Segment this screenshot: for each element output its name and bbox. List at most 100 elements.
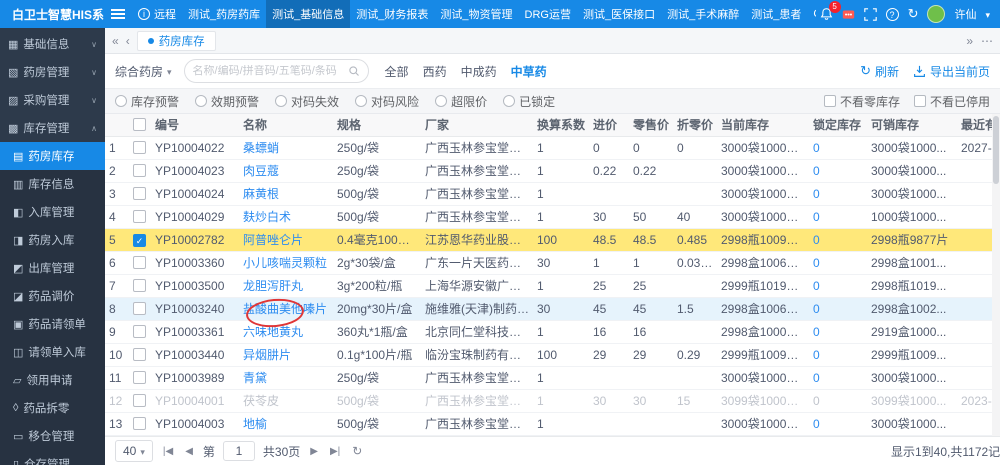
drug-name-link[interactable]: 阿普唑仑片 <box>239 229 333 251</box>
page-number-input[interactable] <box>223 441 255 461</box>
drug-name-link[interactable]: 肉豆蔻 <box>239 160 333 182</box>
row-checkbox[interactable] <box>133 141 146 154</box>
drug-name-link[interactable]: 六味地黄丸 <box>239 321 333 343</box>
scroll-tabs-prev-icon[interactable] <box>126 35 130 47</box>
filter-radio[interactable]: 超限价 <box>435 93 487 110</box>
category-tab[interactable]: 全部 <box>385 63 409 80</box>
header-sellable-stock[interactable]: 可销库存 <box>867 114 957 136</box>
row-checkbox[interactable] <box>133 210 146 223</box>
category-tab[interactable]: 中草药 <box>511 63 547 80</box>
table-row[interactable]: 12 YP10004001 茯苓皮 500g/袋 广西玉林参宝堂中药饮片有...… <box>105 390 1000 413</box>
locked-stock-link[interactable]: 0 <box>809 367 867 389</box>
search-input[interactable] <box>193 65 342 77</box>
checkbox-icon[interactable] <box>914 95 926 107</box>
sidebar-item[interactable]: ▧ 药房管理 ∨ <box>0 58 105 86</box>
header-split-price[interactable]: 折零价 <box>673 114 717 136</box>
drug-name-link[interactable]: 麻黄根 <box>239 183 333 205</box>
table-row[interactable]: 8 YP10003240 盐酸曲美他嗪片 20mg*30片/盒 施维雅(天津)制… <box>105 298 1000 321</box>
menu-toggle-icon[interactable] <box>104 0 132 28</box>
sidebar-item[interactable]: ▩ 库存管理 ∧ <box>0 114 105 142</box>
locked-stock-link[interactable]: 0 <box>809 229 867 251</box>
sidebar-item[interactable]: ◊ 药品拆零 <box>0 394 105 422</box>
header-purchase-price[interactable]: 进价 <box>589 114 629 136</box>
top-nav-item[interactable]: GSP <box>807 0 815 28</box>
refresh-button[interactable]: 刷新 <box>860 63 899 80</box>
top-nav-item[interactable]: 测试_手术麻醉 <box>661 0 745 28</box>
filter-checkbox[interactable]: 不看已停用 <box>914 93 990 110</box>
refresh-top-button[interactable] <box>908 6 919 22</box>
table-row[interactable]: 5 YP10002782 阿普唑仑片 0.4毫克100片/瓶 江苏恩华药业股份有… <box>105 229 1000 252</box>
radio-circle-icon[interactable] <box>195 95 207 107</box>
last-page-button[interactable] <box>328 446 342 457</box>
locked-stock-link[interactable]: 0 <box>809 160 867 182</box>
row-checkbox[interactable] <box>133 371 146 384</box>
reload-page-button[interactable] <box>350 444 364 458</box>
category-tab[interactable]: 中成药 <box>461 63 497 80</box>
table-row[interactable]: 6 YP10003360 小儿咳喘灵颗粒 2g*30袋/盒 广东一片天医药集团制… <box>105 252 1000 275</box>
first-page-button[interactable] <box>161 446 175 457</box>
avatar[interactable] <box>927 5 945 23</box>
search-box[interactable] <box>184 59 369 83</box>
checkbox-icon[interactable] <box>824 95 836 107</box>
row-checkbox[interactable] <box>133 187 146 200</box>
table-row[interactable]: 11 YP10003989 青黛 250g/袋 广西玉林参宝堂中药饮片有... … <box>105 367 1000 390</box>
table-row[interactable]: 4 YP10004029 麸炒白术 500g/袋 广西玉林参宝堂中药饮片有...… <box>105 206 1000 229</box>
bell-button[interactable]: 5 <box>820 7 833 21</box>
sidebar-item[interactable]: ◩ 出库管理 <box>0 254 105 282</box>
drug-name-link[interactable]: 小儿咳喘灵颗粒 <box>239 252 333 274</box>
sidebar-item[interactable]: ◪ 药品调价 <box>0 282 105 310</box>
table-scrollbar[interactable] <box>992 114 1000 436</box>
header-locked-stock[interactable]: 锁定库存 <box>809 114 867 136</box>
header-code[interactable]: 编号 <box>151 114 239 136</box>
tab-pharmacy-stock[interactable]: 药房库存 <box>137 31 216 51</box>
top-nav-item[interactable]: 测试_基础信息 <box>266 0 350 28</box>
scroll-tabs-left-icon[interactable] <box>112 35 119 47</box>
locked-stock-link[interactable]: 0 <box>809 321 867 343</box>
drug-name-link[interactable]: 桑螵蛸 <box>239 137 333 159</box>
top-nav-item[interactable]: 测试_财务报表 <box>350 0 434 28</box>
locked-stock-link[interactable]: 0 <box>809 390 867 412</box>
row-checkbox[interactable] <box>133 279 146 292</box>
row-checkbox[interactable] <box>133 302 146 315</box>
radio-circle-icon[interactable] <box>355 95 367 107</box>
drug-name-link[interactable]: 地榆 <box>239 413 333 435</box>
locked-stock-link[interactable]: 0 <box>809 206 867 228</box>
row-checkbox[interactable] <box>133 394 146 407</box>
drug-name-link[interactable]: 茯苓皮 <box>239 390 333 412</box>
sidebar-item[interactable]: ▤ 药房库存 <box>0 142 105 170</box>
row-checkbox[interactable] <box>133 417 146 430</box>
drug-name-link[interactable]: 青黛 <box>239 367 333 389</box>
top-nav-item[interactable]: 测试_物资管理 <box>434 0 518 28</box>
row-checkbox[interactable] <box>133 256 146 269</box>
radio-circle-icon[interactable] <box>115 95 127 107</box>
top-nav-item[interactable]: 测试_患者 <box>745 0 807 28</box>
category-tab[interactable]: 西药 <box>423 63 447 80</box>
sidebar-item[interactable]: ▦ 基础信息 ∨ <box>0 30 105 58</box>
prev-page-button[interactable] <box>183 446 195 457</box>
page-size-select[interactable]: 40 <box>115 440 153 462</box>
locked-stock-link[interactable]: 0 <box>809 344 867 366</box>
top-nav-item[interactable]: 测试_医保接口 <box>577 0 661 28</box>
top-nav-item-remote[interactable]: 远程 <box>132 0 182 28</box>
tabs-more-icon[interactable] <box>981 35 993 47</box>
drug-name-link[interactable]: 异烟肼片 <box>239 344 333 366</box>
radio-circle-icon[interactable] <box>503 95 515 107</box>
locked-stock-link[interactable]: 0 <box>809 413 867 435</box>
fullscreen-button[interactable] <box>864 8 877 21</box>
sidebar-item[interactable]: ▯ 仓存管理 <box>0 450 105 465</box>
drug-name-link[interactable]: 麸炒白术 <box>239 206 333 228</box>
locked-stock-link[interactable]: 0 <box>809 137 867 159</box>
sidebar-item[interactable]: ▣ 药品请领单 <box>0 310 105 338</box>
header-retail-price[interactable]: 零售价 <box>629 114 673 136</box>
filter-radio[interactable]: 已锁定 <box>503 93 555 110</box>
next-page-button[interactable] <box>308 446 320 457</box>
top-nav-item[interactable]: DRG运营 <box>519 0 577 28</box>
table-row[interactable]: 7 YP10003500 龙胆泻肝丸 3g*200粒/瓶 上海华源安徽广济药业有… <box>105 275 1000 298</box>
filter-radio[interactable]: 对码失效 <box>275 93 339 110</box>
table-row[interactable]: 9 YP10003361 六味地黄丸 360丸*1瓶/盒 北京同仁堂科技发展股份… <box>105 321 1000 344</box>
filter-radio[interactable]: 效期预警 <box>195 93 259 110</box>
row-checkbox[interactable] <box>133 325 146 338</box>
scrollbar-thumb[interactable] <box>993 116 999 184</box>
sidebar-item[interactable]: ▥ 库存信息 <box>0 170 105 198</box>
table-row[interactable]: 10 YP10003440 异烟肼片 0.1g*100片/瓶 临汾宝珠制药有限公… <box>105 344 1000 367</box>
